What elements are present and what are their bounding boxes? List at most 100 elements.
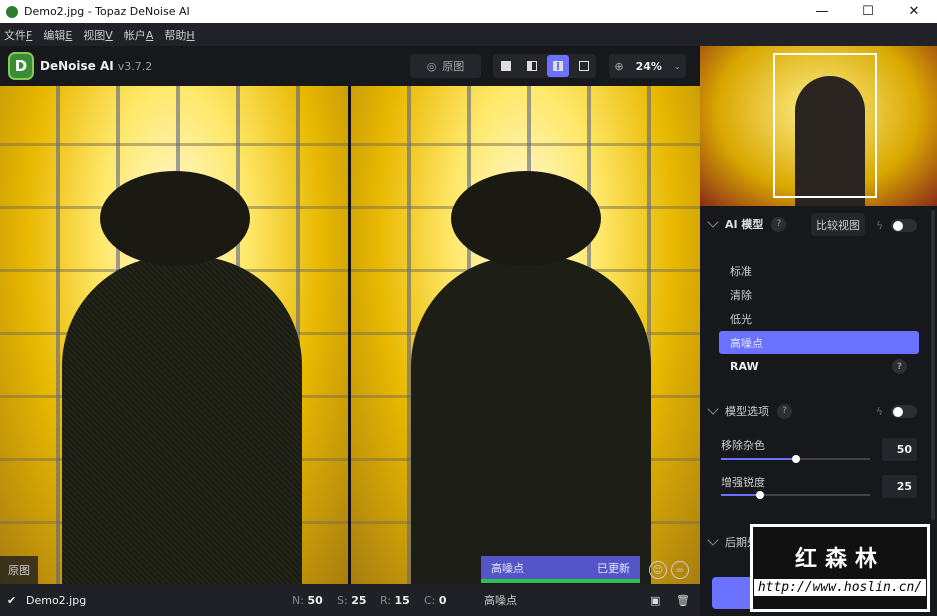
status-bar: ✔ Demo2.jpg N: 50 S: 25 R: 15 C: 0 高噪点 ▣… bbox=[0, 584, 700, 616]
slider-knob[interactable] bbox=[755, 491, 764, 499]
status-model: 高噪点 bbox=[484, 594, 517, 607]
compare-view-button[interactable]: 比较视图 bbox=[811, 213, 865, 236]
original-image-pane: 原图 bbox=[0, 86, 348, 584]
zoom-level: 24% bbox=[635, 59, 662, 73]
menu-account[interactable]: 帐户A bbox=[124, 27, 154, 43]
help-icon[interactable]: ? bbox=[777, 403, 792, 419]
show-original-button[interactable]: ◎ 原图 bbox=[410, 54, 481, 78]
app-logo: D bbox=[8, 52, 34, 80]
toolbar: D DeNoise AI v3.7.2 ◎ 原图 ⊕ 24% ⌄ bbox=[0, 46, 700, 86]
figure-silhouette bbox=[411, 256, 651, 584]
trash-icon[interactable]: 🗑 bbox=[676, 594, 690, 607]
watermark-url: http://www.hoslin.cn/ bbox=[753, 578, 927, 596]
single-view-icon bbox=[500, 61, 511, 71]
menu-label: 文件 bbox=[4, 28, 26, 42]
app-version: v3.7.2 bbox=[117, 59, 153, 73]
model-item-clear[interactable]: 清除 bbox=[719, 283, 919, 306]
model-item-standard[interactable]: 标准 bbox=[719, 259, 919, 282]
model-options-title: 模型选项 bbox=[725, 405, 769, 418]
original-label: 原图 bbox=[0, 556, 38, 584]
slider-knob[interactable] bbox=[791, 455, 800, 463]
watermark: 红森林 http://www.hoslin.cn/ bbox=[750, 524, 930, 612]
menu-key: E bbox=[65, 28, 73, 42]
model-item-raw[interactable]: RAW ? bbox=[719, 355, 919, 378]
export-icon[interactable]: ▣ bbox=[650, 594, 660, 607]
menu-edit[interactable]: 编辑E bbox=[43, 27, 72, 43]
color-label: C: bbox=[424, 593, 436, 607]
zoom-in-icon: ⊕ bbox=[614, 59, 624, 73]
side-by-side-icon bbox=[552, 61, 563, 71]
chevron-down-icon bbox=[707, 403, 719, 415]
auto-options-toggle[interactable] bbox=[891, 405, 917, 418]
window-title: Demo2.jpg - Topaz DeNoise AI bbox=[24, 5, 190, 18]
enhance-sharpness-slider[interactable] bbox=[721, 491, 870, 499]
noise-value: 50 bbox=[307, 593, 323, 607]
color-value: 0 bbox=[438, 593, 447, 607]
smile-feedback-icon[interactable]: ☺ bbox=[649, 561, 667, 579]
menu-label: 帮助 bbox=[164, 28, 187, 42]
recover-value: 15 bbox=[394, 593, 410, 607]
app-icon bbox=[6, 5, 18, 18]
grid-view-button[interactable] bbox=[573, 55, 595, 77]
menu-label: 编辑 bbox=[43, 28, 66, 42]
grid-view-icon bbox=[578, 61, 589, 71]
navigator-viewport-frame[interactable] bbox=[773, 53, 877, 198]
figure-silhouette bbox=[62, 256, 302, 584]
remove-noise-slider[interactable] bbox=[721, 455, 870, 463]
sharpen-label: S: bbox=[337, 593, 348, 607]
ai-model-title: AI 模型 bbox=[725, 218, 764, 231]
maximize-button[interactable]: ☐ bbox=[845, 0, 891, 23]
zoom-control[interactable]: ⊕ 24% ⌄ bbox=[609, 54, 686, 78]
eye-off-icon: ◎ bbox=[426, 59, 437, 73]
lightning-icon: ϟ bbox=[876, 219, 884, 232]
sharpen-value: 25 bbox=[351, 593, 367, 607]
menu-label: 视图 bbox=[83, 28, 106, 42]
panel-scrollbar[interactable] bbox=[931, 210, 935, 520]
update-status-bar: 高噪点 已更新 bbox=[481, 556, 640, 583]
menu-view[interactable]: 视图V bbox=[83, 27, 113, 43]
menu-bar: 文件F 编辑E 视图V 帐户A 帮助H bbox=[0, 23, 937, 46]
hat-silhouette bbox=[100, 171, 250, 266]
image-viewer[interactable]: 原图 bbox=[0, 86, 700, 584]
split-view-button[interactable] bbox=[521, 55, 543, 77]
navigator-thumbnail[interactable] bbox=[700, 46, 937, 206]
side-by-side-view-button[interactable] bbox=[546, 55, 569, 77]
help-icon[interactable]: ? bbox=[892, 359, 907, 374]
chevron-down-icon: ⌄ bbox=[673, 61, 681, 71]
help-icon[interactable]: ? bbox=[771, 216, 787, 232]
menu-label: 帐户 bbox=[123, 28, 146, 42]
raw-label: RAW bbox=[730, 360, 759, 373]
view-mode-group bbox=[493, 54, 596, 78]
slider-fill bbox=[721, 458, 796, 460]
file-name: Demo2.jpg bbox=[26, 593, 87, 607]
auto-model-toggle[interactable] bbox=[891, 219, 917, 232]
menu-help[interactable]: 帮助H bbox=[164, 27, 194, 43]
lightning-icon: ϟ bbox=[876, 405, 884, 418]
minimize-button[interactable]: — bbox=[799, 0, 845, 23]
slider-fill bbox=[721, 494, 760, 496]
single-view-button[interactable] bbox=[495, 55, 517, 77]
model-item-low-light[interactable]: 低光 bbox=[719, 307, 919, 330]
remove-noise-value[interactable]: 50 bbox=[882, 438, 917, 461]
chevron-down-icon bbox=[707, 216, 719, 228]
watermark-name: 红森林 bbox=[794, 546, 885, 572]
close-button[interactable]: ✕ bbox=[891, 0, 937, 23]
neutral-feedback-icon[interactable]: = bbox=[671, 561, 689, 579]
app-name: DeNoise AI bbox=[40, 59, 114, 73]
menu-key: A bbox=[145, 28, 154, 42]
show-original-label: 原图 bbox=[442, 60, 465, 73]
update-model-name: 高噪点 bbox=[491, 561, 524, 575]
menu-key: V bbox=[105, 28, 113, 42]
enhance-sharpness-value[interactable]: 25 bbox=[882, 475, 917, 498]
recover-label: R: bbox=[380, 593, 392, 607]
title-bar: Demo2.jpg - Topaz DeNoise AI — ☐ ✕ bbox=[0, 0, 937, 23]
noise-label: N: bbox=[292, 593, 304, 607]
remove-noise-label: 移除杂色 bbox=[721, 439, 765, 452]
check-icon: ✔ bbox=[7, 593, 17, 607]
menu-key: H bbox=[186, 28, 195, 42]
enhance-sharpness-label: 增强锐度 bbox=[721, 476, 765, 489]
menu-file[interactable]: 文件F bbox=[4, 27, 32, 43]
processed-image-pane bbox=[351, 86, 700, 584]
model-item-severe-noise[interactable]: 高噪点 bbox=[719, 331, 919, 354]
split-view-icon bbox=[526, 61, 537, 71]
